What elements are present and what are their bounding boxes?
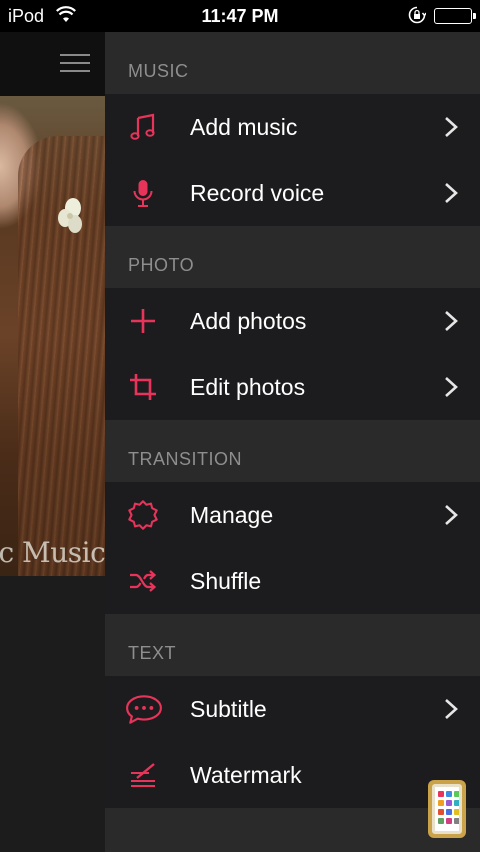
main-nav-bar xyxy=(0,32,105,96)
microphone-icon xyxy=(133,180,153,207)
menu-item-manage[interactable]: Manage xyxy=(105,482,480,548)
menu-item-label: Add music xyxy=(190,114,298,140)
music-note-icon xyxy=(130,113,155,140)
chevron-right-icon xyxy=(445,183,458,203)
photo-watermark-text: ic Music xyxy=(0,536,105,569)
menu-item-label: Edit photos xyxy=(190,374,306,400)
gear-icon xyxy=(128,500,158,530)
plus-icon xyxy=(131,309,155,333)
menu-item-record-voice[interactable]: Record voice xyxy=(105,160,480,226)
chevron-right-icon xyxy=(445,377,458,397)
section-header-transition: TRANSITION xyxy=(105,420,480,482)
side-menu: MUSIC Add music Record voice PHOTO Add p… xyxy=(105,32,480,852)
menu-item-label: Add photos xyxy=(190,308,307,334)
menu-item-label: Subtitle xyxy=(190,696,267,722)
section-header-music: MUSIC xyxy=(105,32,480,94)
menu-item-add-music[interactable]: Add music xyxy=(105,94,480,160)
menu-item-label: Watermark xyxy=(190,762,302,788)
orientation-lock-icon xyxy=(408,6,427,29)
section-header-text: TEXT xyxy=(105,614,480,676)
menu-item-edit-photos[interactable]: Edit photos xyxy=(105,354,480,420)
menu-item-watermark[interactable]: Watermark xyxy=(105,742,480,808)
menu-item-label: Manage xyxy=(190,502,274,528)
menu-bottom-gap xyxy=(105,808,480,818)
menu-item-add-photos[interactable]: Add photos xyxy=(105,288,480,354)
section-title: PHOTO xyxy=(128,255,195,275)
chevron-right-icon xyxy=(445,699,458,719)
section-title: TEXT xyxy=(128,643,177,663)
slideshow-photo: ic Music xyxy=(0,96,105,576)
main-view-preview[interactable]: ic Music xyxy=(0,32,105,852)
hamburger-menu-icon[interactable] xyxy=(60,52,90,74)
section-header-photo: PHOTO xyxy=(105,226,480,288)
section-title: TRANSITION xyxy=(128,449,243,469)
menu-item-label: Shuffle xyxy=(190,568,262,594)
chevron-right-icon xyxy=(445,505,458,525)
watermark-pen-icon xyxy=(131,763,155,787)
flower-hair-clip-icon xyxy=(58,198,82,233)
section-title: MUSIC xyxy=(128,61,189,81)
menu-item-shuffle[interactable]: Shuffle xyxy=(105,548,480,614)
menu-item-subtitle[interactable]: Subtitle xyxy=(105,676,480,742)
crop-icon xyxy=(130,374,156,400)
app-store-badge-icon xyxy=(428,780,466,838)
chevron-right-icon xyxy=(445,117,458,137)
menu-item-label: Record voice xyxy=(190,180,325,206)
shuffle-icon xyxy=(130,570,157,592)
chevron-right-icon xyxy=(445,311,458,331)
status-bar: iPod 11:47 PM xyxy=(0,0,480,32)
battery-icon xyxy=(434,8,476,24)
speech-bubble-icon xyxy=(126,695,162,724)
